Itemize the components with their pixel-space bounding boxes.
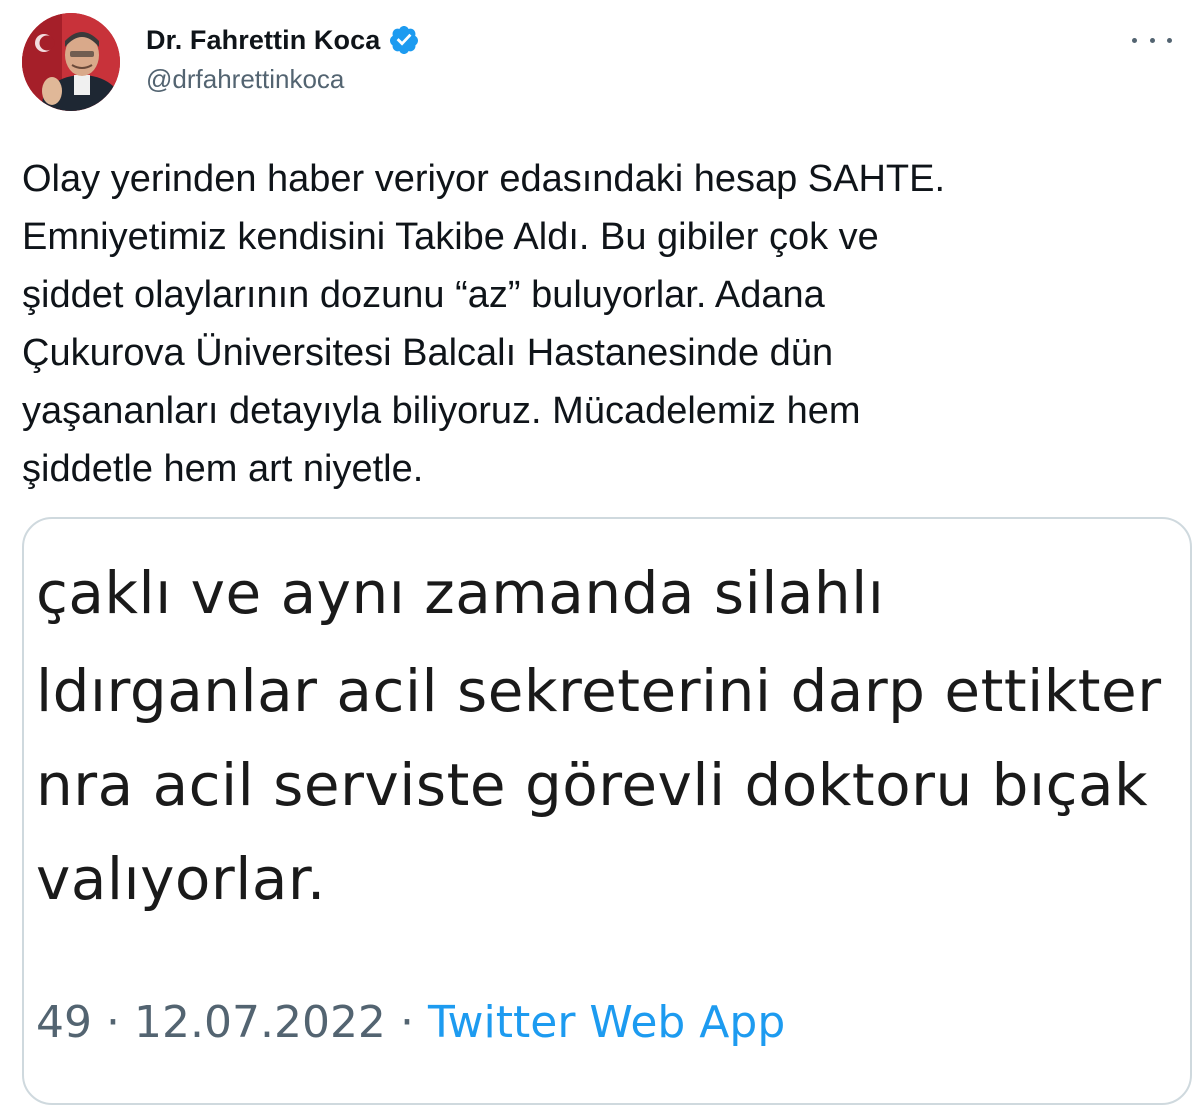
verified-badge-icon xyxy=(390,26,419,54)
author-avatar[interactable] xyxy=(22,13,120,111)
quoted-line: nra acil serviste görevli doktoru bıçak xyxy=(36,751,1149,819)
quoted-line: ldırganlar acil sekreterini darp ettikte… xyxy=(36,657,1162,725)
more-dot-icon xyxy=(1149,37,1155,43)
more-dot-icon xyxy=(1132,37,1137,43)
quoted-line: valıyorlar. xyxy=(36,845,326,913)
profile-photo-icon xyxy=(22,13,120,111)
tweet-text: Olay yerinden haber veriyor edasındaki h… xyxy=(22,158,946,490)
quoted-source-link: Twitter Web App xyxy=(427,997,786,1048)
author-display-name[interactable]: Dr. Fahrettin Koca xyxy=(146,25,380,56)
meta-separator: · xyxy=(399,997,414,1048)
quoted-time-fragment: 49 xyxy=(36,997,92,1048)
more-options-button[interactable] xyxy=(1132,30,1172,50)
quoted-tweet-meta: 49 · 12.07.2022 · Twitter Web App xyxy=(36,997,785,1048)
quoted-line: çaklı ve aynı zamanda silahlı xyxy=(36,559,885,627)
author-name-row: Dr. Fahrettin Koca xyxy=(146,22,420,58)
meta-separator: · xyxy=(106,997,120,1048)
author-handle[interactable]: @drfahrettinkoca xyxy=(146,64,344,95)
more-dot-icon xyxy=(1167,37,1172,43)
quoted-date: 12.07.2022 xyxy=(134,997,386,1048)
tweet: Dr. Fahrettin Koca @drfahrettinkoca Olay… xyxy=(0,0,1200,1115)
quoted-screenshot-card[interactable]: çaklı ve aynı zamanda silahlı ldırganlar… xyxy=(22,517,1192,1105)
